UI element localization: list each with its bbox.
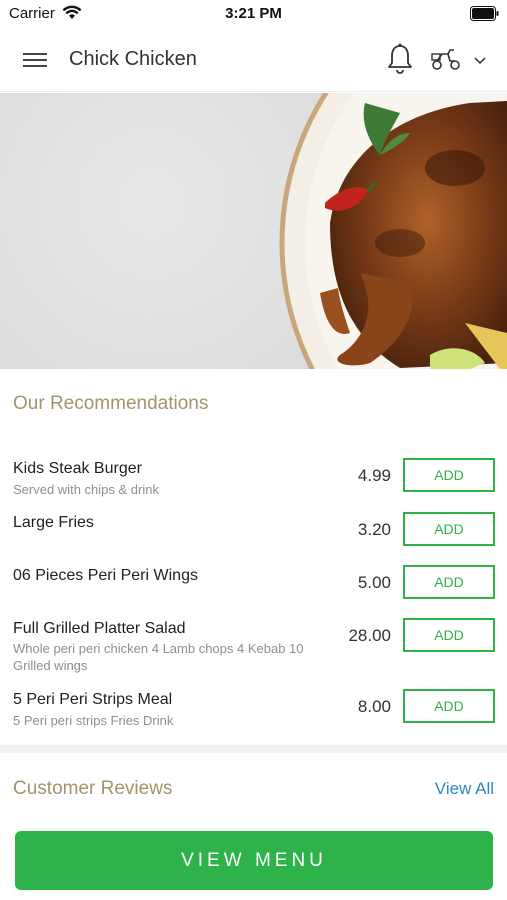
reviews-title: Customer Reviews [13,778,173,799]
chevron-down-icon[interactable] [471,52,489,68]
item-name: Large Fries [13,514,94,531]
item-price: 5.00 [357,573,391,592]
section-divider [0,745,507,753]
hamburger-menu-icon[interactable] [20,47,50,73]
add-button[interactable]: ADD [403,689,495,723]
item-name: 5 Peri Peri Strips Meal [13,691,173,708]
item-description: Served with chips & drink [13,482,159,497]
item-price: 3.20 [357,520,391,539]
add-button[interactable]: ADD [403,512,495,546]
recommendations-title: Our Recommendations [13,393,209,414]
view-all-link[interactable]: View All [435,779,494,799]
hero-food-image [0,93,507,369]
item-price: 4.99 [357,466,391,485]
item-price: 8.00 [357,697,391,716]
item-price: 28.00 [348,626,391,645]
scooter-icon[interactable] [430,46,462,72]
item-name: Kids Steak Burger [13,460,142,477]
item-name: Full Grilled Platter Salad [13,620,186,637]
grilled-chicken-image [279,93,507,369]
view-menu-button[interactable]: VIEW MENU [15,831,493,890]
add-button[interactable]: ADD [403,618,495,652]
clock: 3:21 PM [225,5,282,22]
item-name: 06 Pieces Peri Peri Wings [13,567,198,584]
item-description: 5 Peri peri strips Fries Drink [13,713,174,728]
battery-icon [470,6,499,21]
add-button[interactable]: ADD [403,565,495,599]
restaurant-title: Chick Chicken [69,48,197,70]
status-bar: Carrier 3:21 PM [0,0,507,28]
bell-icon[interactable] [384,42,416,76]
app-header: Chick Chicken [0,28,507,92]
item-description: Whole peri peri chicken 4 Lamb chops 4 K… [13,641,304,673]
add-button[interactable]: ADD [403,458,495,492]
